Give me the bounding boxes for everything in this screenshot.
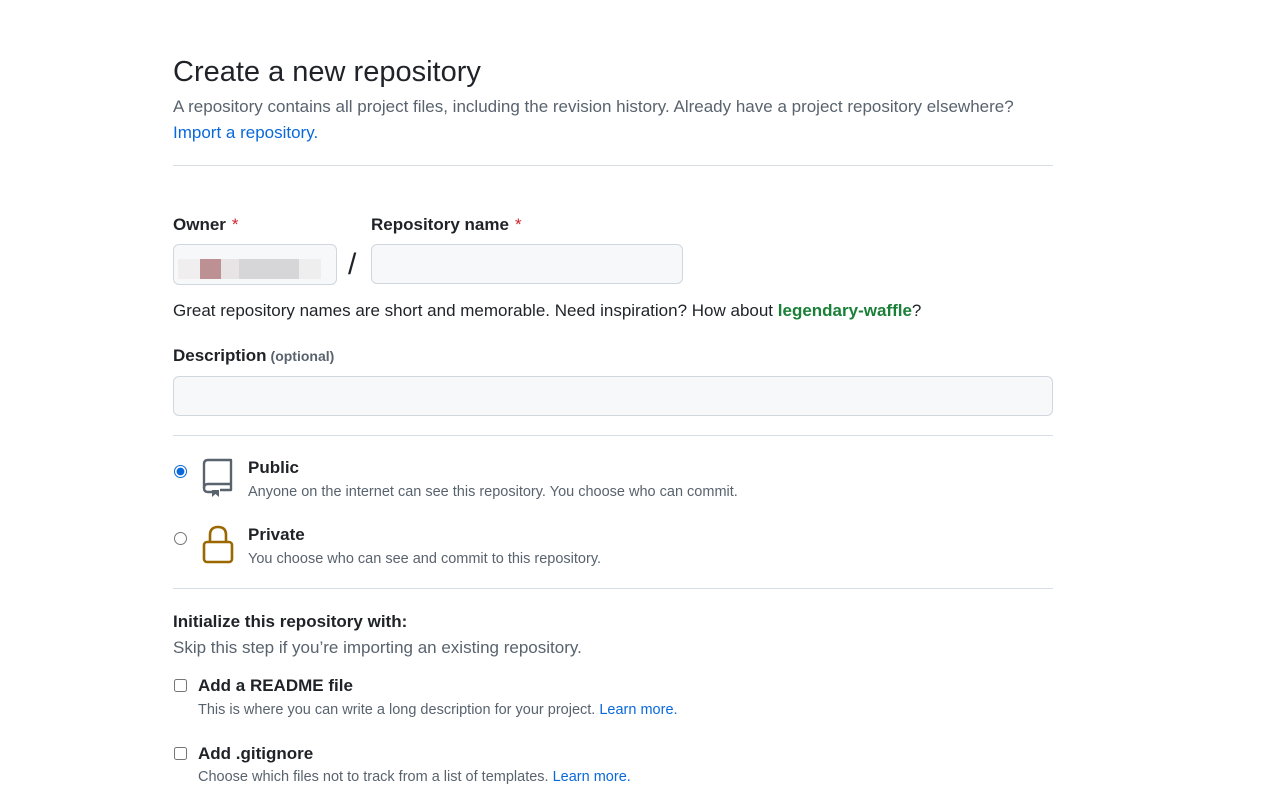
owner-avatar <box>200 259 221 279</box>
description-label: Description (optional) <box>173 346 335 365</box>
private-title: Private <box>248 525 305 544</box>
gitignore-label[interactable]: Add .gitignore <box>198 743 313 765</box>
owner-select[interactable] <box>173 244 337 285</box>
import-repository-link[interactable]: Import a repository. <box>173 122 318 144</box>
owner-avatar-blur <box>178 259 200 279</box>
private-radio[interactable] <box>174 532 187 545</box>
public-title: Public <box>248 458 300 477</box>
repo-name-label: Repository name * <box>371 215 522 234</box>
description-input[interactable] <box>173 376 1053 416</box>
suggested-name-link[interactable]: legendary-waffle <box>778 301 912 320</box>
readme-learn-more-link[interactable]: Learn more. <box>599 702 677 718</box>
divider-visibility <box>173 435 1053 436</box>
page-title: Create a new repository <box>173 56 481 88</box>
readme-label[interactable]: Add a README file <box>198 675 353 697</box>
repo-icon <box>202 458 234 498</box>
new-repo-page: Create a new repository A repository con… <box>0 0 1265 785</box>
divider-top <box>173 165 1053 166</box>
owner-repo-separator: / <box>348 248 357 281</box>
repo-name-hint: Great repository names are short and mem… <box>173 301 922 320</box>
description-optional: (optional) <box>270 348 335 364</box>
owner-required-mark: * <box>231 215 239 234</box>
gitignore-learn-more-link[interactable]: Learn more. <box>553 769 631 785</box>
private-description: You choose who can see and commit to thi… <box>248 551 602 567</box>
repo-name-required-mark: * <box>514 215 522 234</box>
gitignore-checkbox[interactable] <box>174 747 187 760</box>
owner-name-blur <box>221 259 239 279</box>
repo-name-input[interactable] <box>371 244 683 284</box>
readme-checkbox[interactable] <box>174 679 187 692</box>
init-subtitle: Skip this step if you’re importing an ex… <box>173 638 582 657</box>
divider-init <box>173 588 1053 589</box>
public-radio[interactable] <box>174 465 187 478</box>
page-subtitle: A repository contains all project files,… <box>173 97 1014 116</box>
public-description: Anyone on the internet can see this repo… <box>248 484 738 500</box>
init-title: Initialize this repository with: <box>173 612 408 631</box>
lock-icon <box>202 524 234 564</box>
owner-label: Owner * <box>173 215 239 234</box>
owner-name-blur <box>299 259 321 279</box>
gitignore-description: Choose which files not to track from a l… <box>198 769 631 785</box>
readme-description: This is where you can write a long descr… <box>198 702 678 718</box>
owner-name-blur <box>239 259 299 279</box>
